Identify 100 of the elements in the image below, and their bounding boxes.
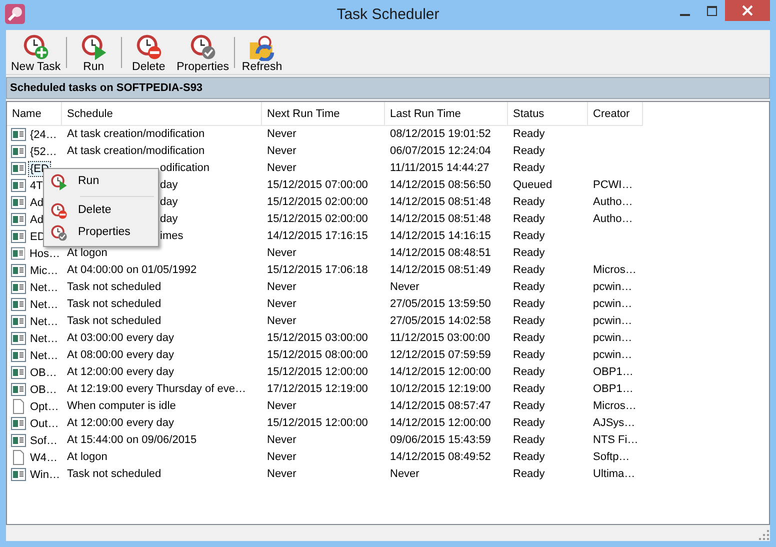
column-header[interactable]: Creator [588, 102, 643, 126]
clock-check-icon [50, 224, 68, 242]
schedule-cell: At 15:44:00 on 09/06/2015 [67, 434, 197, 446]
window-icon [11, 331, 26, 346]
status-cell: Ready [513, 196, 545, 208]
schedule-cell: imes [160, 230, 184, 242]
last-run-cell: 14/12/2015 12:00:00 [390, 417, 491, 429]
task-name[interactable]: Net… [28, 330, 60, 346]
creator-cell: pcwin… [593, 298, 632, 310]
last-run-cell: 14/12/2015 08:51:48 [390, 196, 491, 208]
schedule-cell: Task not scheduled [67, 281, 162, 293]
schedule-cell: At 12:00:00 every day [67, 417, 174, 429]
toolbar-button[interactable]: Refresh [237, 32, 288, 74]
creator-cell: OBP1… [593, 366, 634, 378]
schedule-cell: Task not scheduled [67, 298, 162, 310]
close-button[interactable] [725, 0, 770, 21]
next-run-cell: 15/12/2015 12:00:00 [267, 417, 368, 429]
last-run-cell: Never [390, 281, 420, 293]
last-run-cell: 14/12/2015 08:57:47 [390, 400, 491, 412]
menu-item[interactable]: Properties [46, 222, 156, 244]
schedule-cell: At task creation/modification [67, 128, 205, 140]
last-run-cell: 06/07/2015 12:24:04 [390, 145, 491, 157]
last-run-cell: 14/12/2015 08:49:52 [390, 451, 491, 463]
window-icon [11, 212, 26, 227]
window-icon [11, 263, 26, 278]
creator-cell: Ultima… [593, 468, 636, 480]
toolbar-button[interactable]: New Task [8, 32, 64, 74]
folder-refresh-icon [248, 33, 276, 61]
next-run-cell: 15/12/2015 02:00:00 [267, 196, 368, 208]
clock-minus-icon [50, 202, 68, 220]
menu-item[interactable]: Delete [46, 200, 156, 222]
creator-cell: pcwin… [593, 349, 632, 361]
column-header[interactable]: Last Run Time [385, 102, 508, 126]
task-name[interactable]: {52… [28, 144, 59, 160]
status-cell: Ready [513, 400, 545, 412]
task-name[interactable]: 4T [28, 178, 45, 194]
creator-cell: pcwin… [593, 281, 632, 293]
toolbar-button[interactable]: Run [68, 32, 119, 74]
schedule-cell: Task not scheduled [67, 468, 162, 480]
last-run-cell: 14/12/2015 08:51:48 [390, 213, 491, 225]
task-name[interactable]: Net… [28, 348, 60, 364]
toolbar-button[interactable]: Properties [174, 32, 232, 74]
maximize-icon [706, 6, 716, 16]
task-name[interactable]: Ad [28, 212, 46, 228]
last-run-cell: 12/12/2015 07:59:59 [390, 349, 491, 361]
status-cell: Ready [513, 128, 545, 140]
window-icon [11, 178, 26, 193]
schedule-cell: odification [160, 162, 210, 174]
resize-grip-icon[interactable] [759, 530, 769, 540]
next-run-cell: Never [267, 298, 296, 310]
creator-cell: pcwin… [593, 332, 632, 344]
task-name[interactable]: Out… [28, 416, 61, 432]
window-icon [11, 467, 26, 482]
status-cell: Queued [513, 179, 552, 191]
last-run-cell: 27/05/2015 13:59:50 [390, 298, 491, 310]
toolbar-button[interactable]: Delete [124, 32, 174, 74]
clock-play-icon [50, 173, 68, 191]
next-run-cell: Never [267, 400, 296, 412]
schedule-cell: At 08:00:00 every day [67, 349, 174, 361]
task-name[interactable]: Sof… [28, 432, 60, 448]
window-icon [11, 161, 26, 176]
window-icon [11, 246, 26, 261]
schedule-cell: day [160, 179, 178, 191]
document-icon [11, 450, 26, 465]
task-name[interactable]: Mic… [28, 262, 60, 278]
last-run-cell: 14/12/2015 08:51:49 [390, 264, 491, 276]
clock-play-icon [80, 33, 108, 61]
task-name[interactable]: OB… [28, 364, 59, 380]
creator-cell: NTS Fi… [593, 434, 638, 446]
column-header[interactable]: Status [508, 102, 588, 126]
task-name[interactable]: Net… [28, 314, 60, 330]
next-run-cell: Never [267, 145, 296, 157]
window-icon [11, 280, 26, 295]
window-icon [11, 416, 26, 431]
task-name[interactable]: W4… [28, 450, 60, 466]
column-header[interactable]: Next Run Time [262, 102, 385, 126]
section-header: Scheduled tasks on SOFTPEDIA-S93 [6, 77, 770, 99]
last-run-cell: 08/12/2015 19:01:52 [390, 128, 491, 140]
task-name[interactable]: Hos… [27, 246, 62, 262]
schedule-cell: When computer is idle [67, 400, 176, 412]
status-cell: Ready [513, 264, 545, 276]
close-icon [742, 5, 753, 16]
clock-plus-icon [22, 33, 50, 61]
last-run-cell: 14/12/2015 08:48:51 [390, 247, 491, 259]
task-name[interactable]: Net… [28, 280, 60, 296]
task-name[interactable]: OB… [28, 382, 59, 398]
task-name[interactable]: Win… [28, 466, 62, 482]
last-run-cell: 11/11/2015 14:44:27 [390, 162, 490, 174]
clock-minus-icon [134, 33, 163, 61]
task-name[interactable]: Ad [28, 194, 46, 210]
window-icon [11, 195, 26, 210]
schedule-cell: At logon [67, 451, 108, 463]
window-icon [11, 127, 26, 142]
task-name[interactable]: Net… [28, 296, 60, 312]
task-name[interactable]: {24… [28, 126, 59, 142]
task-name[interactable]: Opt… [28, 398, 61, 414]
next-run-cell: Never [267, 451, 296, 463]
column-header[interactable]: Schedule [62, 102, 262, 126]
column-header[interactable]: Name [7, 102, 62, 126]
next-run-cell: 15/12/2015 12:00:00 [267, 366, 368, 378]
